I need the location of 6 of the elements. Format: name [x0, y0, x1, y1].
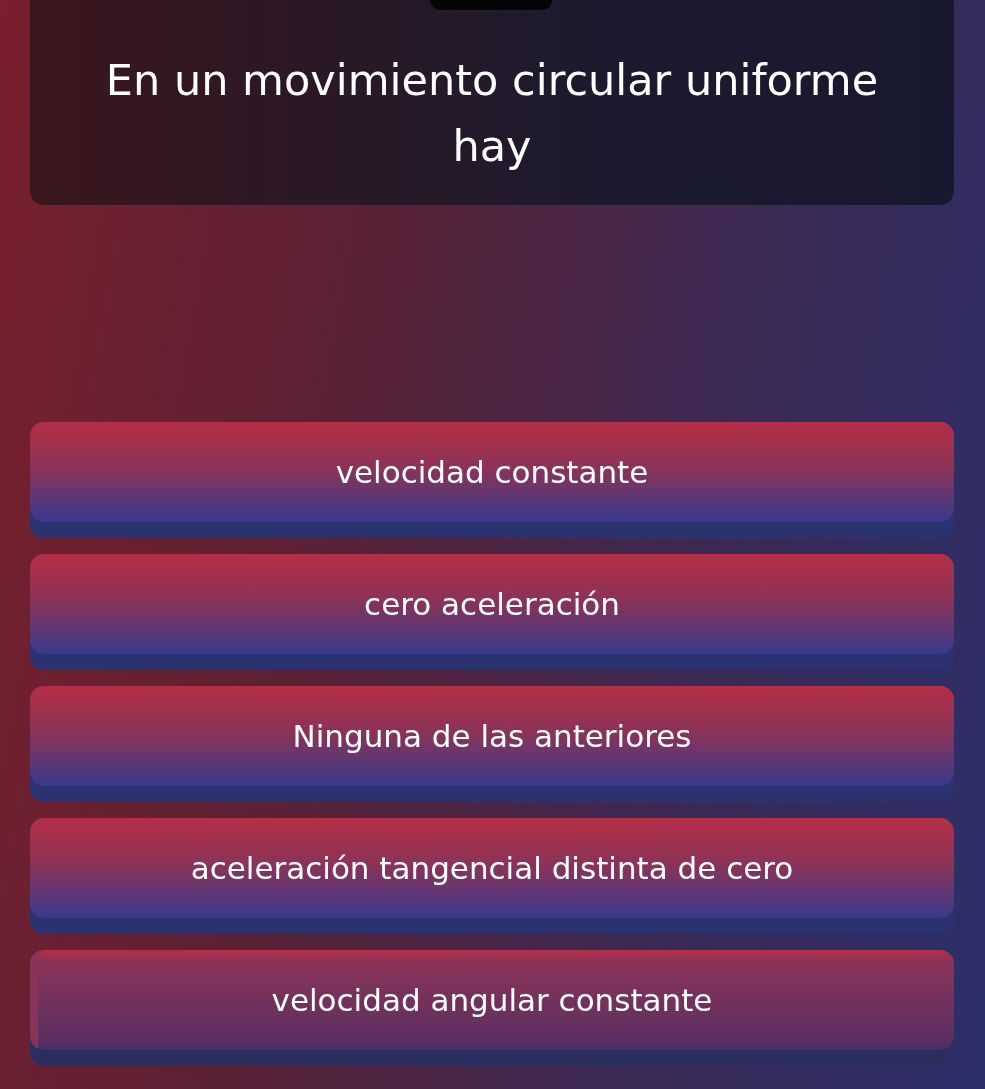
answer-button[interactable]: Ninguna de las anteriores	[30, 686, 954, 802]
answer-button[interactable]: velocidad constante	[30, 422, 954, 538]
answer-button[interactable]: velocidad angular constante	[30, 950, 954, 1066]
answer-button[interactable]: cero aceleración	[30, 554, 954, 670]
question-text: En un movimiento circular uniforme hay	[104, 53, 880, 173]
answer-button[interactable]: aceleración tangencial distinta de cero	[30, 818, 954, 934]
